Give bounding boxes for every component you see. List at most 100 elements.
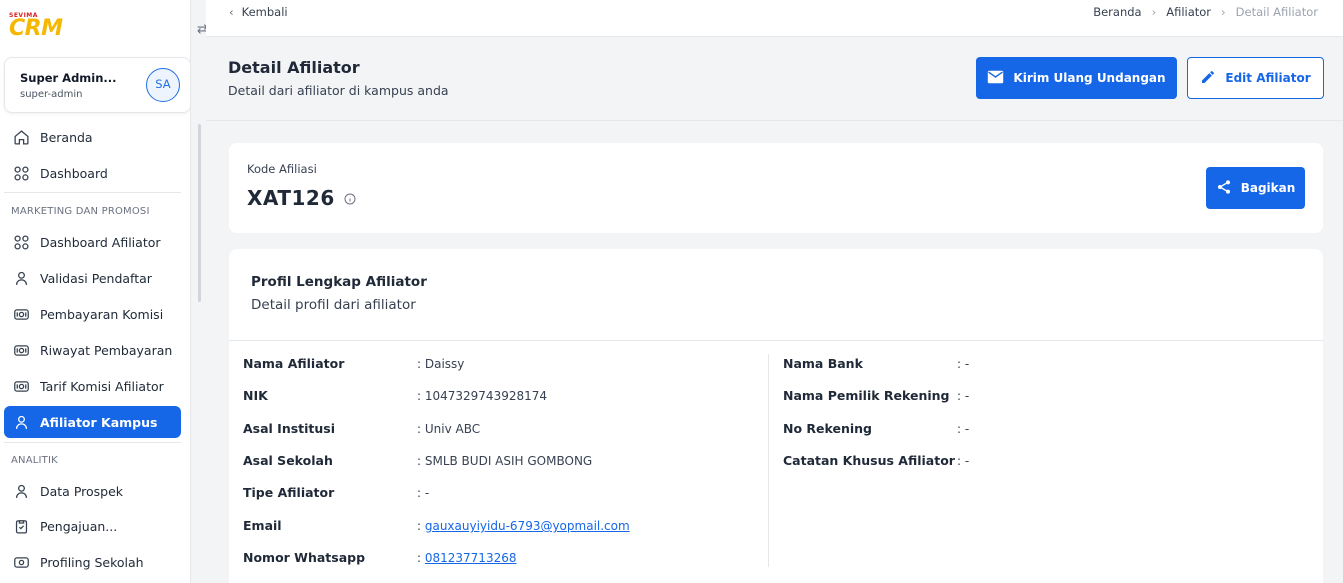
field-label-no-rekening: No Rekening [783,421,872,436]
app-logo[interactable]: SEVIMA CRM [9,12,63,41]
sidebar-item-riwayat-pembayaran[interactable]: Riwayat Pembayaran [4,334,181,366]
sidebar-item-validasi-pendaftar[interactable]: Validasi Pendaftar [4,262,181,294]
field-value-sekolah: : SMLB BUDI ASIH GOMBONG [417,454,593,468]
field-label-catatan: Catatan Khusus Afiliator [783,453,955,468]
resend-invitation-button[interactable]: Kirim Ulang Undangan [976,57,1177,99]
field-value-whatsapp: : 081237713268 [417,551,517,565]
affiliate-code-label: Kode Afiliasi [247,162,317,176]
sidebar-item-label: Data Prospek [40,483,124,499]
page-subtitle: Detail dari afiliator di kampus anda [228,83,449,98]
pencil-icon [1200,69,1216,88]
nav-divider [4,192,181,193]
money-icon [12,341,30,359]
field-label-nik: NIK [243,388,268,403]
sidebar-item-afiliator-kampus[interactable]: Afiliator Kampus [4,406,181,438]
affiliate-code-value: XAT126 [247,186,356,210]
field-value-bank: : - [957,357,970,371]
sidebar-item-label: Dashboard Afiliator [40,234,161,250]
field-label-tipe: Tipe Afiliator [243,485,335,500]
chevron-left-icon: ‹ [229,5,234,19]
sidebar-item-label: Pengajuan... [40,518,118,534]
email-link[interactable]: gauxauyiyidu-6793@yopmail.com [425,519,630,533]
grid-icon [12,164,30,182]
chevron-right-icon: › [1221,5,1226,19]
breadcrumb-beranda[interactable]: Beranda [1093,5,1141,19]
field-value-nik: : 1047329743928174 [417,389,548,403]
mail-icon [987,70,1004,87]
field-value-catatan: : - [957,454,970,468]
profile-subtitle: Detail profil dari afiliator [251,297,416,313]
nav-section-analitik: ANALITIK [11,455,58,466]
sidebar-item-beranda[interactable]: Beranda [4,121,181,153]
money-icon [12,553,30,571]
field-value-nama: : Daissy [417,357,465,371]
field-label-institusi: Asal Institusi [243,421,336,436]
info-icon[interactable] [344,186,356,210]
back-link[interactable]: ‹ Kembali [229,5,288,19]
page-header: Detail Afiliator Detail dari afiliator d… [206,37,1343,121]
home-icon [12,128,30,146]
sidebar-item-tarif-komisi[interactable]: Tarif Komisi Afiliator [4,370,181,402]
sidebar-item-label: Afiliator Kampus [40,414,158,430]
field-label-email: Email [243,518,282,533]
clipboard-icon [12,517,30,535]
topbar: ‹ Kembali Beranda › Afiliator › Detail Af… [206,0,1343,37]
affiliate-code-card: Kode Afiliasi XAT126 Bagikan [229,143,1323,233]
sidebar-item-label: Profiling Sekolah [40,554,144,570]
brand-name: CRM [9,16,63,41]
whatsapp-link[interactable]: 081237713268 [425,551,517,565]
field-value-email: : gauxauyiyidu-6793@yopmail.com [417,519,630,533]
sidebar-item-pembayaran-komisi[interactable]: Pembayaran Komisi [4,298,181,330]
grid-icon [12,233,30,251]
sidebar-item-data-prospek[interactable]: Data Prospek [4,475,181,507]
field-label-nama: Nama Afiliator [243,356,345,371]
resend-label: Kirim Ulang Undangan [1013,71,1166,85]
field-value-pemilik-rekening: : - [957,389,970,403]
share-icon [1216,179,1232,198]
breadcrumb: Beranda › Afiliator › Detail Afiliator [1093,5,1318,19]
breadcrumb-current: Detail Afiliator [1235,5,1318,19]
field-label-pemilik-rekening: Nama Pemilik Rekening [783,388,950,403]
avatar[interactable]: SA [146,68,180,102]
person-icon [12,413,30,431]
sidebar-item-profiling-sekolah[interactable]: Profiling Sekolah [4,546,181,578]
profile-divider [229,340,1324,341]
breadcrumb-afiliator[interactable]: Afiliator [1166,5,1211,19]
field-value-no-rekening: : - [957,422,970,436]
sidebar-item-label: Pembayaran Komisi [40,306,164,322]
user-name: Super Admin... [20,71,117,85]
person-icon [12,482,30,500]
share-button[interactable]: Bagikan [1206,167,1305,209]
nav-section-marketing: MARKETING DAN PROMOSI [11,206,150,217]
sidebar-item-dashboard-afiliator[interactable]: Dashboard Afiliator [4,226,181,258]
sidebar-item-label: Tarif Komisi Afiliator [40,378,164,394]
page-title: Detail Afiliator [228,58,360,77]
person-icon [12,269,30,287]
user-card[interactable]: Super Admin... super-admin SA [4,57,190,113]
sidebar-item-dashboard[interactable]: Dashboard [4,157,181,189]
profile-title: Profil Lengkap Afiliator [251,274,427,290]
field-value-institusi: : Univ ABC [417,422,481,436]
field-label-sekolah: Asal Sekolah [243,453,333,468]
affiliate-code-text: XAT126 [247,186,335,210]
column-divider [768,354,769,567]
sidebar: SEVIMA CRM Super Admin... super-admin SA… [0,0,191,583]
money-icon [12,305,30,323]
field-label-bank: Nama Bank [783,356,863,371]
sidebar-item-label: Riwayat Pembayaran [40,342,173,358]
sidebar-item-label: Beranda [40,129,93,145]
nav-divider [4,442,181,443]
field-label-whatsapp: Nomor Whatsapp [243,550,366,565]
user-role: super-admin [20,89,83,100]
chevron-right-icon: › [1151,5,1157,19]
sidebar-item-pengajuan[interactable]: Pengajuan... [4,510,181,542]
field-value-tipe: : - [417,486,430,500]
back-label: Kembali [241,5,288,19]
sidebar-item-label: Validasi Pendaftar [40,270,152,286]
edit-label: Edit Afiliator [1225,71,1311,85]
share-label: Bagikan [1240,181,1296,195]
edit-afiliator-button[interactable]: Edit Afiliator [1187,57,1324,99]
sidebar-scrollbar[interactable] [198,124,201,302]
sidebar-item-label: Dashboard [40,165,108,181]
profile-card: Profil Lengkap Afiliator Detail profil d… [229,249,1324,583]
